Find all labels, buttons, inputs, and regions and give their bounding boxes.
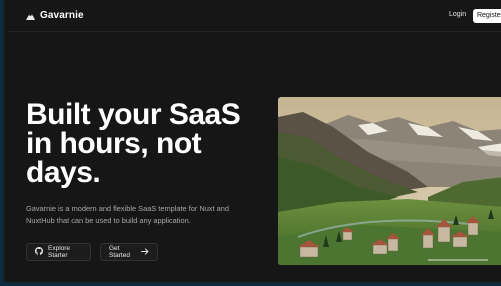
brand-link[interactable]: Gavarnie xyxy=(26,10,84,21)
brand-name: Gavarnie xyxy=(40,10,84,21)
arrow-right-icon xyxy=(141,247,149,257)
page-frame: Gavarnie Login Register Built your SaaS … xyxy=(0,0,501,286)
hero-landscape-image xyxy=(278,97,501,265)
mountain-icon xyxy=(26,12,35,20)
github-icon xyxy=(35,247,43,257)
login-link[interactable]: Login xyxy=(449,11,466,18)
register-button[interactable]: Register xyxy=(473,9,501,23)
navbar: Gavarnie Login Register xyxy=(8,0,501,32)
explore-starter-button[interactable]: Explore Starter xyxy=(26,243,91,261)
explore-starter-label: Explore Starter xyxy=(48,245,71,259)
hero-headline: Built your SaaS in hours, not days. xyxy=(26,98,241,189)
get-started-button[interactable]: Get Started xyxy=(100,243,158,261)
hero-description: Gavarnie is a modern and flexible SaaS t… xyxy=(26,204,229,225)
get-started-label: Get Started xyxy=(109,245,130,259)
